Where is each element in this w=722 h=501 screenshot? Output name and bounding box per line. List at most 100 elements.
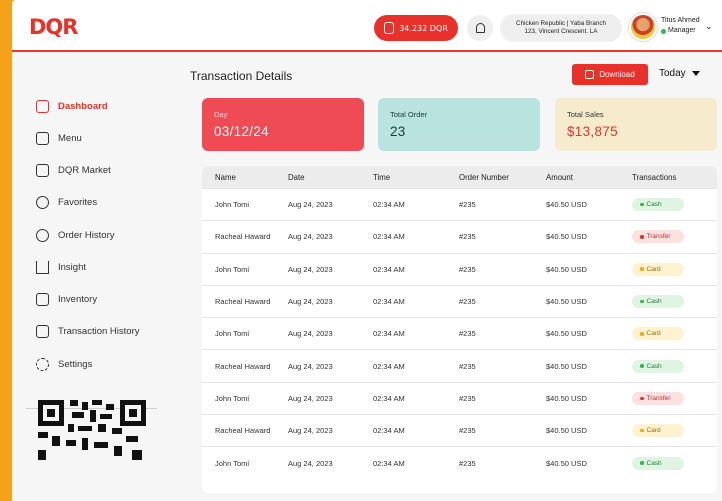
day-card-label: Day bbox=[214, 110, 228, 119]
table-cell: #235 bbox=[459, 329, 476, 339]
table-cell: Aug 24, 2023 bbox=[288, 200, 333, 210]
total-sales-card: Total Sales $13,875 bbox=[555, 98, 717, 151]
sidebar-item-label: Dashboard bbox=[58, 100, 108, 112]
status-dot bbox=[640, 202, 644, 207]
table-row[interactable]: Racheal Haward Aug 24, 2023 02:34 AM #235 $4… bbox=[202, 284, 717, 317]
table-cell: #235 bbox=[459, 297, 476, 307]
period-dropdown[interactable]: Today bbox=[659, 68, 700, 79]
table-cell: Aug 24, 2023 bbox=[288, 297, 333, 307]
sidebar-item-dqr-market[interactable]: DQR Market bbox=[36, 162, 111, 178]
table-cell: 02:34 AM bbox=[373, 232, 405, 242]
transaction-type-cell: Cash bbox=[632, 456, 717, 470]
table-row[interactable]: Racheal Haward Aug 24, 2023 02:34 AM #235 $4… bbox=[202, 414, 717, 446]
branch-selector[interactable]: Chicken Republic | Yaba Branch 123, Vinc… bbox=[500, 14, 622, 42]
table-cell: Aug 24, 2023 bbox=[288, 458, 333, 468]
qr-code-image bbox=[38, 400, 146, 460]
table-cell: Aug 24, 2023 bbox=[288, 232, 333, 242]
table-cell: 02:34 AM bbox=[373, 458, 405, 468]
table-cell: #235 bbox=[459, 361, 476, 371]
sidebar-item-inventory[interactable]: Inventory bbox=[36, 291, 97, 307]
table-cell: 02:34 AM bbox=[373, 297, 405, 307]
table-cell: Aug 24, 2023 bbox=[288, 426, 333, 436]
transaction-badge: Cash bbox=[632, 456, 684, 470]
chevron-down-icon[interactable]: ⌄ bbox=[705, 22, 713, 32]
gear-icon bbox=[36, 357, 49, 371]
table-cell: John Tomi bbox=[215, 458, 250, 468]
sidebar-item-order-history[interactable]: Order History bbox=[36, 227, 114, 243]
table-cell: $40.50 USD bbox=[546, 200, 587, 210]
table-cell: Racheal Haward bbox=[215, 426, 271, 436]
branch-name: Chicken Republic | Yaba Branch bbox=[516, 20, 606, 27]
sidebar-item-label: Menu bbox=[58, 132, 82, 144]
table-cell: #235 bbox=[459, 458, 476, 468]
status-dot bbox=[640, 332, 644, 336]
notifications-button[interactable] bbox=[467, 15, 493, 41]
table-row[interactable]: John Tomi Aug 24, 2023 02:34 AM #235 $40.50 … bbox=[202, 317, 717, 349]
avatar[interactable] bbox=[629, 13, 657, 41]
status-dot bbox=[640, 235, 644, 239]
sidebar-item-insight[interactable]: Insight bbox=[36, 259, 86, 275]
table-row[interactable]: John Tomi Aug 24, 2023 02:34 AM #235 $40.50 … bbox=[202, 252, 717, 285]
transaction-type-cell: Transfer bbox=[632, 391, 717, 405]
top-bar: DQR 34.232 DQR Chicken Republic | Yaba B… bbox=[12, 0, 722, 52]
table-row[interactable]: John Tomi Aug 24, 2023 02:34 AM #235 $40.50 … bbox=[202, 188, 717, 220]
table-cell: Racheal Haward bbox=[215, 361, 271, 371]
dqr-logo[interactable]: DQR bbox=[29, 17, 78, 38]
sidebar-item-settings[interactable]: Settings bbox=[36, 356, 92, 372]
table-cell: $40.50 USD bbox=[546, 393, 587, 403]
sidebar-item-menu[interactable]: Menu bbox=[36, 130, 82, 146]
sidebar-item-favorites[interactable]: Favorites bbox=[36, 194, 97, 210]
transaction-badge: Transfer bbox=[632, 230, 684, 244]
table-header: Name Date Time Order Number Amount Trans… bbox=[202, 166, 717, 188]
transaction-badge-label: Cash bbox=[646, 201, 662, 209]
download-button[interactable]: Download bbox=[572, 64, 648, 85]
total-order-label: Total Order bbox=[390, 110, 428, 119]
transaction-badge-label: Card bbox=[646, 427, 661, 435]
sidebar-item-label: Order History bbox=[58, 229, 115, 241]
download-label: Download bbox=[599, 70, 635, 79]
column-header: Order Number bbox=[459, 172, 509, 182]
column-header: Time bbox=[373, 172, 391, 182]
transaction-badge-label: Cash bbox=[646, 459, 662, 467]
table-cell: Racheal Haward bbox=[215, 232, 271, 242]
chart-icon bbox=[36, 260, 49, 274]
transaction-badge-label: Cash bbox=[646, 298, 662, 306]
transaction-type-cell: Cash bbox=[632, 295, 717, 309]
table-cell: $40.50 USD bbox=[546, 232, 587, 242]
status-dot bbox=[640, 267, 644, 271]
table-row[interactable]: Racheal Haward Aug 24, 2023 02:34 AM #235 $4… bbox=[202, 349, 717, 381]
period-label: Today bbox=[659, 68, 686, 79]
table-row[interactable]: Racheal Haward Aug 24, 2023 02:34 AM #235 $4… bbox=[202, 220, 717, 252]
transaction-badge: Card bbox=[632, 424, 684, 438]
user-name: Titus Ahmed bbox=[661, 17, 700, 24]
transaction-type-cell: Cash bbox=[632, 198, 717, 212]
table-row[interactable]: John Tomi Aug 24, 2023 02:34 AM #235 $40.50 … bbox=[202, 446, 717, 478]
table-cell: $40.50 USD bbox=[546, 297, 587, 307]
transaction-badge: Cash bbox=[632, 198, 684, 212]
sidebar-item-transaction-history[interactable]: Transaction History bbox=[36, 323, 139, 339]
status-dot bbox=[640, 461, 644, 465]
sidebar-item-label: Inventory bbox=[58, 293, 98, 305]
market-icon bbox=[36, 163, 49, 177]
table-cell: John Tomi bbox=[215, 393, 250, 403]
bell-icon bbox=[475, 23, 485, 33]
transactions-table: Name Date Time Order Number Amount Trans… bbox=[202, 166, 717, 493]
column-header: Transactions bbox=[632, 172, 677, 182]
app-window: DQR 34.232 DQR Chicken Republic | Yaba B… bbox=[12, 0, 722, 501]
history-icon bbox=[36, 228, 49, 242]
sidebar-item-dashboard[interactable]: Dashboard bbox=[36, 98, 108, 114]
table-cell: Aug 24, 2023 bbox=[288, 361, 333, 371]
table-cell: Aug 24, 2023 bbox=[288, 393, 333, 403]
column-header: Date bbox=[288, 172, 305, 182]
table-cell: $40.50 USD bbox=[546, 458, 587, 468]
table-cell: John Tomi bbox=[215, 264, 250, 274]
total-sales-label: Total Sales bbox=[567, 110, 604, 119]
sidebar-item-label: Insight bbox=[58, 261, 86, 273]
table-row[interactable]: John Tomi Aug 24, 2023 02:34 AM #235 $40.50 … bbox=[202, 381, 717, 414]
wallet-balance-button[interactable]: 34.232 DQR bbox=[374, 15, 458, 41]
transaction-badge-label: Card bbox=[646, 330, 661, 338]
user-info[interactable]: Titus Ahmed Manager bbox=[661, 16, 700, 36]
transaction-type-cell: Cash bbox=[632, 359, 717, 373]
table-cell: Aug 24, 2023 bbox=[288, 329, 333, 339]
table-cell: 02:34 AM bbox=[373, 361, 405, 371]
